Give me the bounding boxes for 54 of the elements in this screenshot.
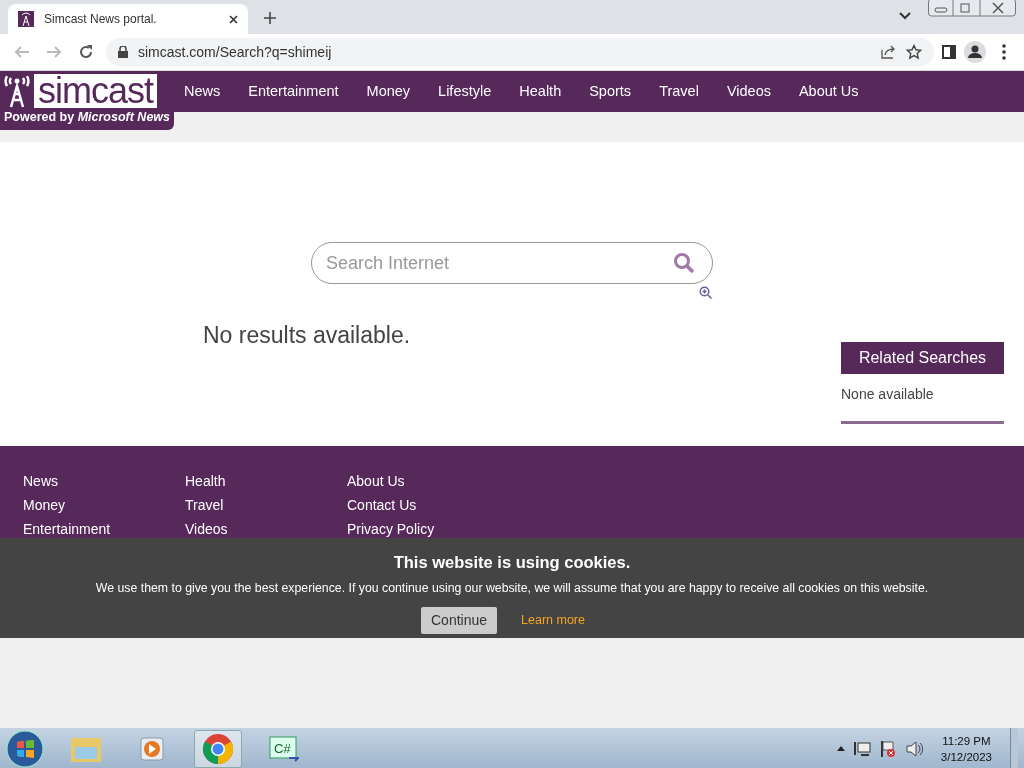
sidebar-icon[interactable]	[942, 45, 956, 59]
lock-icon	[118, 46, 128, 58]
profile-icon[interactable]	[964, 41, 986, 63]
tab-title: Simcast News portal.	[44, 11, 158, 28]
nav-link[interactable]: Sports	[575, 80, 646, 103]
zoom-in-icon[interactable]	[699, 286, 712, 299]
clock-date[interactable]: 3/12/2023	[940, 748, 992, 765]
browser-tab[interactable]: Simcast News portal.	[8, 4, 248, 34]
nav-link[interactable]: Health	[505, 80, 576, 103]
speaker-icon[interactable]	[904, 740, 923, 757]
chrome-icon[interactable]	[194, 729, 242, 768]
new-tab-icon[interactable]	[264, 12, 276, 24]
nav-link[interactable]: Videos	[712, 80, 785, 103]
close-icon[interactable]	[229, 14, 238, 24]
nav-link[interactable]: News	[170, 80, 235, 103]
tower-icon	[4, 74, 30, 108]
chevron-icon[interactable]	[899, 11, 911, 21]
search-icon[interactable]	[673, 252, 695, 274]
tower-icon	[18, 11, 34, 27]
cookie-text: We use them to give you the best experience. If you continue using our website, we will assume that you are happy to receive all cookies on this website.	[95, 581, 929, 595]
footer-link[interactable]: News	[23, 472, 58, 490]
footer-link[interactable]: Contact Us	[347, 496, 417, 514]
cookie-title: This website is using cookies.	[393, 553, 631, 571]
no-results-message: No results available.	[203, 321, 411, 350]
flag-icon[interactable]	[878, 739, 897, 758]
related-searches-heading: Related Searches	[841, 342, 1004, 374]
nav-link[interactable]: Entertainment	[234, 80, 353, 103]
related-searches-text: None available	[841, 386, 934, 402]
nav-link[interactable]: Lifestyle	[424, 80, 506, 103]
star-icon[interactable]	[906, 44, 922, 60]
start-icon[interactable]	[6, 729, 44, 768]
footer-link[interactable]: Videos	[185, 520, 228, 538]
footer-link[interactable]: Health	[185, 472, 226, 490]
reload-icon[interactable]	[78, 44, 94, 60]
footer-link[interactable]: Privacy Policy	[347, 520, 435, 538]
site-logo[interactable]: simcast	[34, 74, 157, 108]
footer-link[interactable]: Entertainment	[23, 520, 111, 538]
footer-link[interactable]: About Us	[347, 472, 405, 490]
window-controls-icon[interactable]	[928, 0, 1016, 17]
footer-link[interactable]: Travel	[185, 496, 224, 514]
clock-time[interactable]: 11:29 PM	[940, 732, 992, 749]
footer-link[interactable]: Money	[23, 496, 66, 514]
learn-more-link[interactable]: Learn more	[521, 611, 585, 630]
nav-link[interactable]: Money	[352, 80, 425, 103]
address-bar[interactable]: simcast.com/Search?q=shimeij	[106, 38, 934, 66]
tray-arrow-icon[interactable]	[836, 746, 845, 751]
share-icon[interactable]	[880, 44, 896, 60]
network-icon[interactable]	[852, 740, 871, 757]
menu-icon[interactable]	[1002, 44, 1006, 60]
nav-link[interactable]: About Us	[784, 80, 873, 103]
search-field[interactable]: Search Internet	[311, 242, 713, 284]
nav-link[interactable]: Travel	[645, 80, 713, 103]
continue-button[interactable]: Continue	[421, 607, 498, 634]
tagline: Powered by Microsoft News	[4, 109, 171, 126]
